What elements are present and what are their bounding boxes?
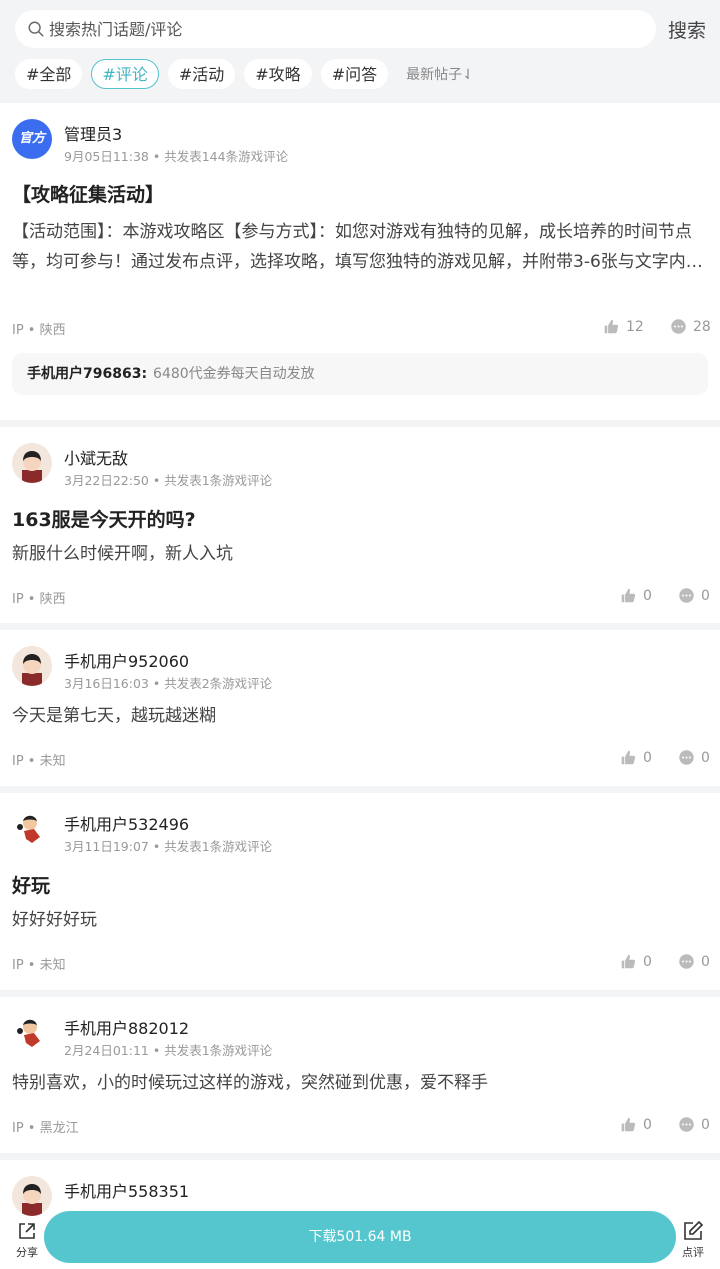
download-button[interactable]: 下载501.64 MB <box>44 1211 676 1263</box>
comment-count: 0 <box>701 749 710 766</box>
username[interactable]: 手机用户952060 <box>64 648 189 672</box>
tag-qa[interactable]: #问答 <box>320 59 389 89</box>
post-title: 163服是今天开的吗? <box>12 509 196 531</box>
like-count: 0 <box>643 587 652 604</box>
edit-icon <box>684 1220 704 1240</box>
user-avatar[interactable] <box>12 809 52 849</box>
post-card[interactable]: 手机用户532496 3月11日19:07 • 共发表1条游戏评论 好玩 好好好… <box>0 793 720 990</box>
like-icon <box>621 750 636 765</box>
post-body: 【活动范围】：本游戏攻略区【参与方式】：如您对游戏有独特的见解，成长培养的时间节… <box>12 222 703 272</box>
post-card[interactable]: 官方 管理员3 9月05日11:38 • 共发表144条游戏评论 【攻略征集活动… <box>0 103 720 420</box>
comment-count: 0 <box>701 587 710 604</box>
like-count: 12 <box>626 318 644 335</box>
comment-count: 0 <box>701 1116 710 1133</box>
top-bar: 搜索 #全部 #评论 #活动 #攻略 #问答 最新帖子⇃ <box>0 0 720 103</box>
avatar-image <box>12 443 52 483</box>
search-box[interactable] <box>15 10 656 48</box>
username[interactable]: 手机用户532496 <box>64 811 189 835</box>
comment-button[interactable]: 0 <box>678 749 710 766</box>
like-button[interactable]: 0 <box>620 1116 652 1133</box>
like-button[interactable]: 0 <box>620 953 652 970</box>
user-avatar[interactable] <box>12 443 52 483</box>
ip-location: IP • 黑龙江 <box>12 1121 79 1136</box>
comment-icon <box>679 1117 694 1132</box>
comment-count: 0 <box>701 953 710 970</box>
post-meta: 3月22日22:50 • 共发表1条游戏评论 <box>64 473 273 488</box>
post-body: 特别喜欢，小的时候玩过这样的游戏，突然碰到优惠，爱不释手 <box>12 1073 488 1093</box>
like-icon <box>621 1117 636 1132</box>
post-card[interactable]: 手机用户952060 3月16日16:03 • 共发表2条游戏评论 今天是第七天… <box>0 630 720 786</box>
like-count: 0 <box>643 953 652 970</box>
reply-username: 手机用户796863: <box>27 366 148 382</box>
like-button[interactable]: 0 <box>620 587 652 604</box>
username[interactable]: 手机用户882012 <box>64 1015 189 1039</box>
comment-button[interactable]: 0 <box>678 1116 710 1133</box>
comment-button[interactable]: 0 <box>678 953 710 970</box>
reply-text: 6480代金券每天自动发放 <box>153 366 315 382</box>
tag-bar: #全部 #评论 #活动 #攻略 #问答 最新帖子⇃ <box>15 59 474 89</box>
post-title: 好玩 <box>12 875 51 897</box>
like-count: 0 <box>643 749 652 766</box>
rate-label: 点评 <box>682 1246 704 1259</box>
sort-dropdown[interactable]: 最新帖子⇃ <box>406 64 474 84</box>
tag-review[interactable]: #评论 <box>91 59 159 89</box>
post-body: 好好好好玩 <box>12 910 97 930</box>
comment-button[interactable]: 0 <box>678 587 710 604</box>
share-icon <box>19 1223 35 1239</box>
reply-preview[interactable]: 手机用户796863: 6480代金券每天自动发放 <box>12 353 708 395</box>
comment-icon <box>679 588 694 603</box>
comment-button[interactable]: 28 <box>670 318 711 335</box>
comment-icon <box>671 319 686 334</box>
comment-count: 28 <box>693 318 711 335</box>
post-title: 【攻略征集活动】 <box>12 184 165 206</box>
like-count: 0 <box>643 1116 652 1133</box>
username[interactable]: 小斌无敌 <box>64 445 128 469</box>
post-body: 今天是第七天，越玩越迷糊 <box>12 706 216 726</box>
post-meta: 3月11日19:07 • 共发表1条游戏评论 <box>64 839 273 854</box>
avatar-image <box>17 815 40 843</box>
bottom-action-bar: 分享 下载501.64 MB 点评 <box>0 1206 720 1269</box>
post-meta: 9月05日11:38 • 共发表144条游戏评论 <box>64 149 289 164</box>
rate-button[interactable]: 点评 <box>678 1220 708 1260</box>
search-button[interactable]: 搜索 <box>668 16 706 43</box>
username[interactable]: 管理员3 <box>64 121 122 145</box>
post-card[interactable]: 小斌无敌 3月22日22:50 • 共发表1条游戏评论 163服是今天开的吗? … <box>0 427 720 623</box>
post-meta: 3月16日16:03 • 共发表2条游戏评论 <box>64 676 273 691</box>
like-icon <box>621 954 636 969</box>
search-icon <box>28 21 44 37</box>
user-avatar[interactable] <box>12 1013 52 1053</box>
share-button[interactable]: 分享 <box>12 1220 42 1260</box>
tag-activity[interactable]: #活动 <box>167 59 236 89</box>
tag-all[interactable]: #全部 <box>15 59 83 89</box>
post-card[interactable]: 手机用户882012 2月24日01:11 • 共发表1条游戏评论 特别喜欢，小… <box>0 997 720 1153</box>
ip-location: IP • 陕西 <box>12 323 66 338</box>
like-icon <box>621 588 636 603</box>
search-input[interactable] <box>49 19 609 39</box>
official-avatar[interactable]: 官方 <box>12 119 52 159</box>
tag-guide[interactable]: #攻略 <box>244 59 312 89</box>
post-meta: 2月24日01:11 • 共发表1条游戏评论 <box>64 1043 273 1058</box>
user-avatar[interactable] <box>12 646 52 686</box>
username[interactable]: 手机用户558351 <box>64 1178 189 1202</box>
post-body: 新服什么时候开啊，新人入坑 <box>12 544 233 564</box>
ip-location: IP • 未知 <box>12 754 66 769</box>
ip-location: IP • 陕西 <box>12 592 66 607</box>
like-button[interactable]: 12 <box>603 318 644 335</box>
like-button[interactable]: 0 <box>620 749 652 766</box>
like-icon <box>604 319 619 334</box>
avatar-image <box>12 646 52 686</box>
official-badge: 官方 <box>18 131 45 146</box>
comment-icon <box>679 750 694 765</box>
avatar-image <box>17 1019 40 1047</box>
comment-icon <box>679 954 694 969</box>
share-label: 分享 <box>16 1246 38 1259</box>
ip-location: IP • 未知 <box>12 958 66 973</box>
